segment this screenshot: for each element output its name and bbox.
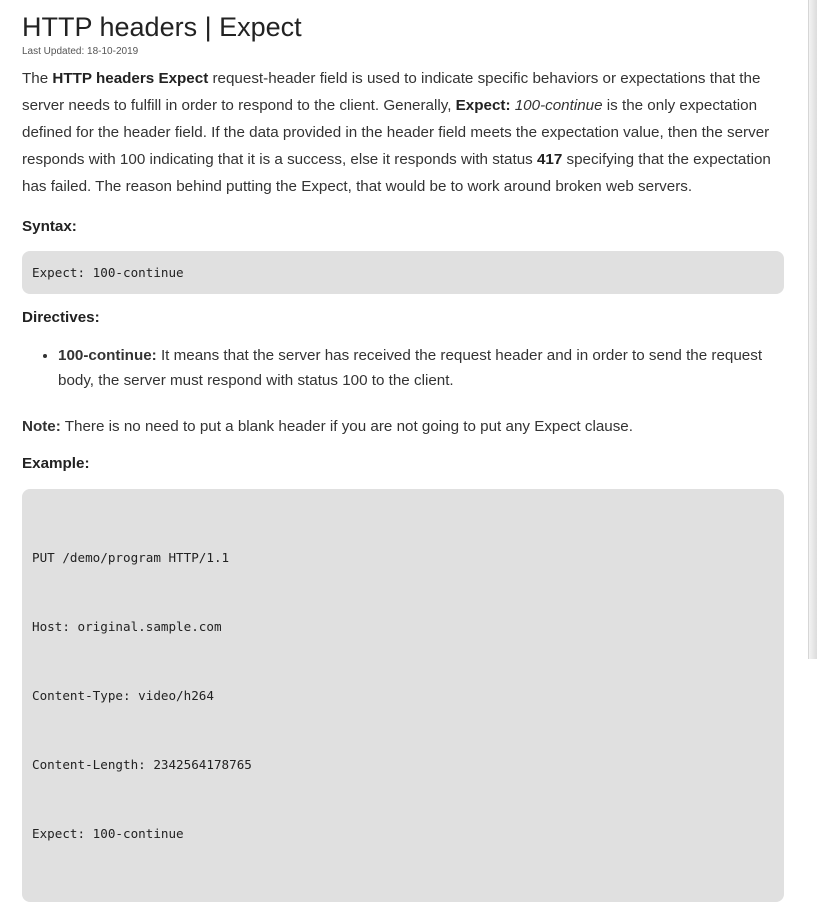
last-updated: Last Updated: 18-10-2019 — [22, 46, 139, 57]
example-code-line: PUT /demo/program HTTP/1.1 — [32, 550, 230, 565]
example-code-line: Content-Type: video/h264 — [32, 688, 214, 703]
article: HTTP headers | Expect Last Updated: 18-1… — [22, 10, 784, 902]
intro-bold-expect: Expect: — [455, 97, 511, 114]
intro-bold-417: 417 — [536, 151, 563, 168]
example-code-line: Expect: 100-continue — [32, 826, 184, 841]
directive-description: It means that the server has received th… — [58, 347, 763, 389]
example-code-line: Host: original.sample.com — [32, 619, 222, 634]
note-label: Note: — [22, 418, 61, 435]
intro-italic-100-continue: 100-continue — [510, 97, 603, 114]
example-heading: Example: — [22, 455, 90, 472]
intro-bold-header-name: HTTP headers Expect — [52, 70, 209, 87]
syntax-code-block[interactable]: Expect: 100-continue — [22, 251, 784, 294]
example-code-line: Content-Length: 2342564178765 — [32, 757, 252, 772]
directives-list: 100-continue: It means that the server h… — [22, 343, 784, 393]
syntax-heading: Syntax: — [22, 218, 77, 235]
example-code-block[interactable]: PUT /demo/program HTTP/1.1 Host: origina… — [22, 489, 784, 902]
directive-term: 100-continue: — [58, 347, 157, 364]
intro-text-1: The — [22, 70, 53, 87]
directive-item: 100-continue: It means that the server h… — [58, 343, 784, 393]
page-right-border — [808, 0, 817, 659]
intro-paragraph: The HTTP headers Expect request-header f… — [22, 65, 784, 200]
page-title: HTTP headers | Expect — [22, 12, 302, 42]
note-paragraph: Note: There is no need to put a blank he… — [22, 417, 784, 437]
note-text: There is no need to put a blank header i… — [60, 418, 633, 435]
directives-heading: Directives: — [22, 309, 100, 326]
